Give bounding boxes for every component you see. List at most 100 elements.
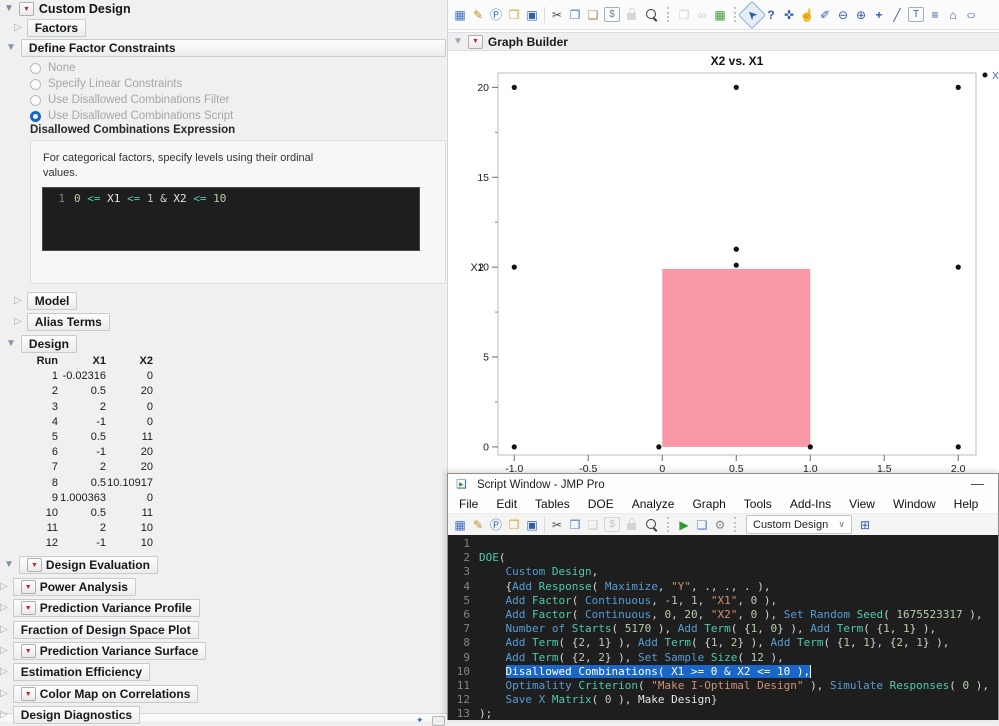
save-icon[interactable]: ▣ <box>523 6 541 24</box>
red-triangle-menu-design-evaluation[interactable]: ▼ <box>26 558 42 572</box>
outline-header[interactable]: Design Diagnostics <box>12 706 141 724</box>
radio-button[interactable] <box>30 78 41 90</box>
open-file-icon[interactable]: ❒ <box>505 6 523 24</box>
code-line[interactable]: 12 Save X Matrix( 0 ), Make Design} <box>448 693 998 707</box>
journal-icon[interactable]: ❒ <box>675 6 693 24</box>
zoom-in-icon[interactable]: ⊕ <box>852 6 870 24</box>
menu-window[interactable]: Window <box>884 495 945 513</box>
menu-tools[interactable]: Tools <box>735 495 781 513</box>
disclosure-triangle[interactable]: ▷ <box>0 689 8 699</box>
save-icon[interactable]: ▣ <box>523 516 541 534</box>
cut-icon[interactable]: ✂ <box>548 516 566 534</box>
code-line[interactable]: 2 DOE( <box>448 551 998 565</box>
menu-analyze[interactable]: Analyze <box>623 495 684 513</box>
menu-help[interactable]: Help <box>945 495 988 513</box>
paste-icon[interactable]: ❑ <box>584 6 602 24</box>
lock-icon[interactable] <box>627 518 636 530</box>
legend-label[interactable]: X2 <box>992 70 999 82</box>
search-icon[interactable] <box>646 518 656 529</box>
run-script-icon[interactable]: ▶ <box>675 516 693 534</box>
define-factor-constraints-header[interactable]: Define Factor Constraints <box>20 39 446 57</box>
outline-header[interactable]: Estimation Efficiency <box>12 663 151 681</box>
red-triangle-menu[interactable]: ▼ <box>20 580 36 594</box>
move-icon[interactable]: ✜ <box>780 6 798 24</box>
disclosure-constraints[interactable]: ▼ <box>6 43 16 53</box>
disclosure-design[interactable]: ▼ <box>6 339 16 349</box>
code-line[interactable]: 1 <box>448 537 998 551</box>
menu-view[interactable]: View <box>840 495 884 513</box>
radio-option-specify-linear-constraints[interactable]: Specify Linear Constraints <box>30 76 233 92</box>
radio-option-use-disallowed-combinations-filter[interactable]: Use Disallowed Combinations Filter <box>30 92 233 108</box>
paste-icon[interactable]: ❑ <box>584 516 602 534</box>
menu-addins[interactable]: Add-Ins <box>781 495 840 513</box>
new-data-table-icon[interactable]: ▦ <box>451 516 469 534</box>
zoom-out-icon[interactable]: ⊖ <box>834 6 852 24</box>
model-header[interactable]: Model <box>26 292 78 310</box>
outline-header[interactable]: ▼ Color Map on Correlations <box>12 685 199 703</box>
disclosure-factors[interactable]: ▷ <box>14 23 22 33</box>
lock-icon[interactable] <box>627 8 636 20</box>
disclosure-model[interactable]: ▷ <box>14 296 22 306</box>
cut-icon[interactable]: ✂ <box>548 6 566 24</box>
outline-header[interactable]: ▼ Prediction Variance Surface <box>12 642 207 660</box>
brush-icon[interactable]: ✐ <box>816 6 834 24</box>
open-file-icon[interactable]: ❒ <box>505 516 523 534</box>
disclosure-design-evaluation[interactable]: ▼ <box>4 560 14 570</box>
disclosure-triangle[interactable]: ▷ <box>0 603 8 613</box>
disclosure-triangle[interactable]: ▷ <box>0 667 8 677</box>
copy-icon[interactable]: ❐ <box>566 6 584 24</box>
legend-marker[interactable] <box>982 72 988 78</box>
code-line[interactable]: 8 Add Term( {2, 1} ), Add Term( {1, 2} )… <box>448 636 998 650</box>
menu-edit[interactable]: Edit <box>487 495 526 513</box>
code-line[interactable]: 13); <box>448 707 998 720</box>
wrench-icon[interactable]: ⚙ <box>711 516 729 534</box>
disclosure-alias-terms[interactable]: ▷ <box>14 317 22 327</box>
disclosure-triangle[interactable]: ▷ <box>0 646 8 656</box>
text-annotate-icon[interactable]: T <box>908 7 924 22</box>
new-data-table-icon[interactable]: ▦ <box>451 6 469 24</box>
disclosure-graph-builder[interactable]: ▼ <box>453 36 463 47</box>
code-line[interactable]: 9 Add Term( {2, 2} ), Set Sample Size( 1… <box>448 651 998 665</box>
radio-option-none[interactable]: None <box>30 60 233 76</box>
line-draw-icon[interactable]: ╱ <box>888 6 906 24</box>
radio-button[interactable] <box>30 62 41 74</box>
radio-option-use-disallowed-combinations-script[interactable]: Use Disallowed Combinations Script <box>30 108 233 124</box>
design-header[interactable]: Design <box>20 335 77 353</box>
minimize-button[interactable]: — <box>971 476 984 491</box>
python-icon[interactable]: Ⓟ <box>487 6 505 24</box>
oval-icon[interactable]: ○ <box>959 6 983 24</box>
code-line[interactable]: 7 Number of Starts( 5170 ), Add Term( {1… <box>448 622 998 636</box>
new-script-icon[interactable]: ✎ <box>469 6 487 24</box>
script-editor[interactable]: 1 2 DOE(3 Custom Design, 4 {Add Response( M… <box>448 535 998 720</box>
code-line[interactable]: 10 Disallowed Combinations( X1 >= 0 & X2… <box>448 664 998 679</box>
code-line[interactable]: 6 Add Factor( Continuous, 0, 20, "X2", 0… <box>448 608 998 622</box>
grabber-icon[interactable]: ☝ <box>798 6 816 24</box>
outline-header[interactable]: Fraction of Design Space Plot <box>12 621 199 639</box>
menu-file[interactable]: File <box>450 495 487 513</box>
design-evaluation-header[interactable]: ▼ Design Evaluation <box>18 556 158 574</box>
disclosure-triangle[interactable]: ▷ <box>0 710 8 720</box>
menu-doe[interactable]: DOE <box>579 495 623 513</box>
journal-dollar-icon[interactable]: $ <box>604 7 620 22</box>
disclosure-triangle[interactable]: ▷ <box>0 625 8 635</box>
disclosure-custom-design[interactable]: ▼ <box>4 4 14 14</box>
profile-dropdown[interactable]: Custom Design ∨ <box>746 515 852 534</box>
outline-header[interactable]: ▼ Prediction Variance Profile <box>12 599 200 617</box>
outline-header[interactable]: ▼ Power Analysis <box>12 578 136 596</box>
red-triangle-menu-custom-design[interactable]: ▼ <box>18 2 34 16</box>
script-page-icon[interactable]: ❏ <box>693 516 711 534</box>
code-line[interactable]: 3 Custom Design, <box>448 565 998 579</box>
disallowed-combinations-script-editor[interactable]: 1 0 <= X1 <= 1 & X2 <= 10 <box>42 187 420 251</box>
new-script-icon[interactable]: ✎ <box>469 516 487 534</box>
code-line[interactable]: 1 0 <= X1 <= 1 & X2 <= 10 <box>43 191 419 207</box>
disclosure-triangle[interactable]: ▷ <box>0 582 8 592</box>
add-table-icon[interactable]: ▦ <box>711 6 729 24</box>
radio-button[interactable] <box>30 110 41 122</box>
menu-tables[interactable]: Tables <box>526 495 579 513</box>
radio-button[interactable] <box>30 94 41 106</box>
red-triangle-menu[interactable]: ▼ <box>20 601 36 615</box>
python-icon[interactable]: Ⓟ <box>487 516 505 534</box>
red-triangle-menu-graph-builder[interactable]: ▼ <box>467 34 483 49</box>
code-line[interactable]: 5 Add Factor( Continuous, -1, 1, "X1", 0… <box>448 594 998 608</box>
code-line[interactable]: 11 Optimality Criterion( "Make I-Optimal… <box>448 679 998 693</box>
